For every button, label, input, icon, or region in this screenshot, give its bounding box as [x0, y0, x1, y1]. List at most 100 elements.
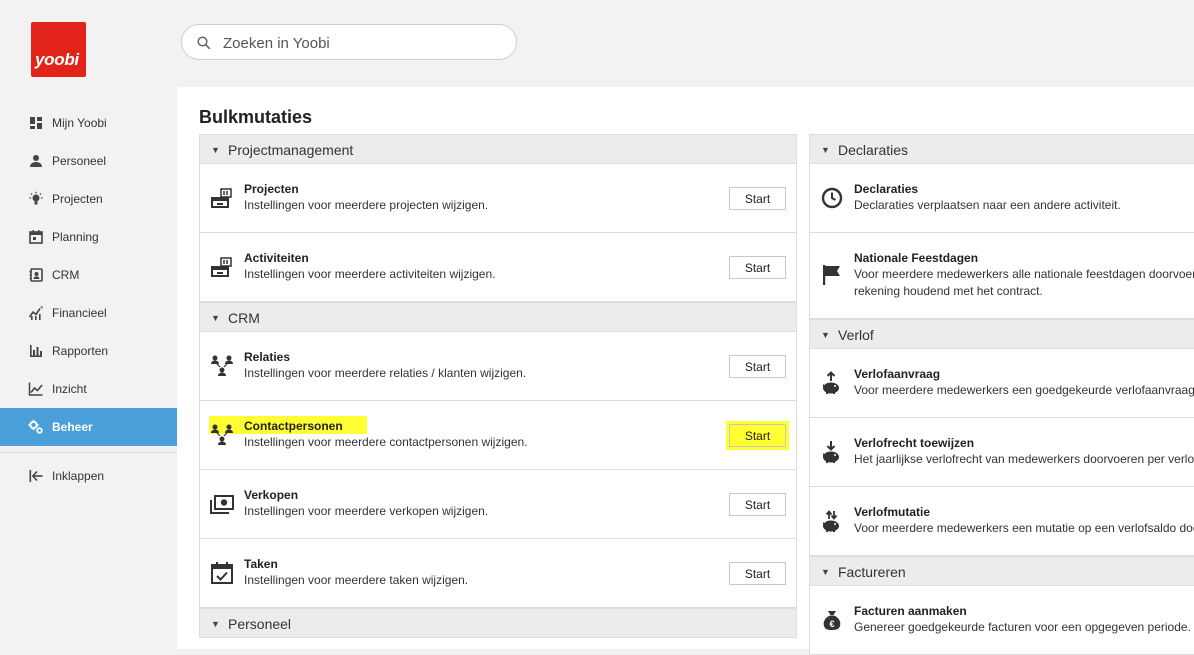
list-item-title: Relaties: [244, 350, 291, 364]
start-button-relaties[interactable]: Start: [729, 355, 786, 378]
gears-icon: [28, 419, 43, 434]
piggybank-swap-icon: [823, 510, 839, 532]
sidebar-item-label: Planning: [52, 230, 99, 244]
list-item-taken: Taken Instellingen voor meerdere taken w…: [199, 539, 797, 608]
sidebar-item-mijn-yoobi[interactable]: Mijn Yoobi: [0, 104, 177, 142]
start-button-taken[interactable]: Start: [729, 562, 786, 585]
piggybank-down-icon: [823, 441, 839, 463]
list-item-description: Declaraties verplaatsen naar een andere …: [854, 198, 1121, 212]
list-item-title: Taken: [244, 557, 278, 571]
list-item-facturen-aanmaken: € Facturen aanmaken Genereer goedgekeurd…: [809, 586, 1194, 655]
list-item-title: Declaraties: [854, 182, 919, 196]
svg-text:€: €: [829, 619, 834, 629]
money-bag-icon: €: [823, 611, 841, 630]
list-item-title: Nationale Feestdagen: [854, 251, 979, 265]
list-item-title: Verlofrecht toewijzen: [854, 436, 975, 450]
list-item-title: Activiteiten: [244, 251, 309, 265]
sidebar-collapse-button[interactable]: Inklappen: [0, 457, 177, 495]
finance-chart-icon: [28, 306, 43, 320]
search-input[interactable]: [221, 31, 505, 55]
right-column: ▼ Declaraties Declaraties Declaraties ve…: [809, 134, 1194, 655]
bar-chart-icon: [30, 345, 42, 357]
left-column: ▼ Projectmanagement Projecten Instelling…: [199, 134, 797, 638]
list-item-contactpersonen: Contactpersonen Instellingen voor meerde…: [199, 401, 797, 470]
sidebar-item-label: Personeel: [52, 154, 107, 168]
sidebar-item-label: Projecten: [52, 192, 103, 206]
list-item-description: Instellingen voor meerdere taken wijzige…: [244, 573, 469, 587]
section-header-declaraties[interactable]: ▼ Declaraties: [809, 134, 1194, 164]
calendar-icon: [29, 230, 43, 244]
section-title: Personeel: [228, 616, 292, 632]
sidebar-item-financieel[interactable]: Financieel: [0, 294, 177, 332]
collapse-arrow-icon: ▼: [211, 619, 220, 629]
sidebar-item-label: Rapporten: [52, 344, 109, 358]
section-header-personeel[interactable]: ▼ Personeel: [199, 608, 797, 638]
section-title: Declaraties: [838, 142, 909, 158]
collapse-arrow-icon: ▼: [211, 313, 220, 323]
list-item-verlofrecht-toewijzen: Verlofrecht toewijzen Het jaarlijkse ver…: [809, 418, 1194, 487]
list-item-description: Genereer goedgekeurde facturen voor een …: [854, 620, 1191, 634]
sidebar-item-planning[interactable]: Planning: [0, 218, 177, 256]
line-chart-icon: [28, 382, 43, 396]
relations-icon: [211, 355, 233, 376]
sidebar-item-label: Mijn Yoobi: [52, 116, 107, 130]
search-icon: [197, 36, 211, 50]
list-item-title: Verlofmutatie: [854, 505, 931, 519]
section-title: CRM: [228, 310, 260, 326]
start-button-verkopen[interactable]: Start: [729, 493, 786, 516]
section-header-crm[interactable]: ▼ CRM: [199, 302, 797, 332]
section-header-factureren[interactable]: ▼ Factureren: [809, 556, 1194, 586]
sidebar-divider: [0, 452, 177, 453]
sidebar: Mijn Yoobi Personeel Projecten Planning …: [0, 104, 177, 495]
section-header-verlof[interactable]: ▼ Verlof: [809, 319, 1194, 349]
list-item-projecten: Projecten Instellingen voor meerdere pro…: [199, 164, 797, 233]
start-button-activiteiten[interactable]: Start: [729, 256, 786, 279]
person-icon: [30, 155, 42, 167]
money-icon: [210, 495, 234, 514]
yoobi-logo[interactable]: yoobi: [31, 22, 86, 77]
sidebar-item-label: Financieel: [52, 306, 107, 320]
list-item-title: Facturen aanmaken: [854, 604, 967, 618]
sidebar-item-inzicht[interactable]: Inzicht: [0, 370, 177, 408]
activity-icon: [211, 257, 232, 277]
list-item-description: Instellingen voor meerdere projecten wij…: [244, 198, 489, 212]
sidebar-item-label: Inzicht: [52, 382, 87, 396]
list-item-title: Contactpersonen: [244, 419, 343, 433]
logo-text: yoobi: [35, 50, 79, 69]
list-item-description: Instellingen voor meerdere relaties / kl…: [244, 366, 527, 380]
section-title: Factureren: [838, 564, 906, 580]
sidebar-item-rapporten[interactable]: Rapporten: [0, 332, 177, 370]
section-title: Verlof: [838, 327, 874, 343]
start-button-projecten[interactable]: Start: [729, 187, 786, 210]
contacts-group-icon: [211, 424, 233, 445]
task-calendar-icon: [211, 562, 233, 584]
collapse-left-icon: [29, 470, 43, 482]
page-title: Bulkmutaties: [199, 107, 313, 127]
list-item-title: Projecten: [244, 182, 299, 196]
search-bar[interactable]: [181, 24, 517, 60]
collapse-arrow-icon: ▼: [211, 145, 220, 155]
flag-icon: [823, 265, 840, 285]
sidebar-item-crm[interactable]: CRM: [0, 256, 177, 294]
collapse-arrow-icon: ▼: [821, 330, 830, 340]
section-title: Projectmanagement: [228, 142, 354, 158]
collapse-arrow-icon: ▼: [821, 145, 830, 155]
sidebar-item-beheer[interactable]: Beheer: [0, 408, 177, 446]
list-item-nationale-feestdagen: Nationale Feestdagen Voor meerdere medew…: [809, 233, 1194, 319]
list-item-activiteiten: Activiteiten Instellingen voor meerdere …: [199, 233, 797, 302]
section-header-projectmanagement[interactable]: ▼ Projectmanagement: [199, 134, 797, 164]
piggybank-up-icon: [823, 371, 839, 394]
sidebar-item-label: CRM: [52, 268, 80, 282]
list-item-description: Voor meerdere medewerkers een goedgekeur…: [854, 383, 1194, 397]
start-button-contactpersonen[interactable]: Start: [729, 424, 786, 447]
collapse-arrow-icon: ▼: [821, 567, 830, 577]
list-item-title: Verkopen: [244, 488, 299, 502]
list-item-description: Het jaarlijkse verlofrecht van medewerke…: [854, 452, 1194, 466]
list-item-description: Voor meerdere medewerkers alle nationale…: [854, 267, 1194, 298]
project-icon: [211, 188, 232, 208]
list-item-title: Verlofaanvraag: [854, 367, 941, 381]
list-item-description: Instellingen voor meerdere contactperson…: [244, 435, 528, 449]
list-item-verlofmutatie: Verlofmutatie Voor meerdere medewerkers …: [809, 487, 1194, 556]
sidebar-item-personeel[interactable]: Personeel: [0, 142, 177, 180]
sidebar-item-projecten[interactable]: Projecten: [0, 180, 177, 218]
